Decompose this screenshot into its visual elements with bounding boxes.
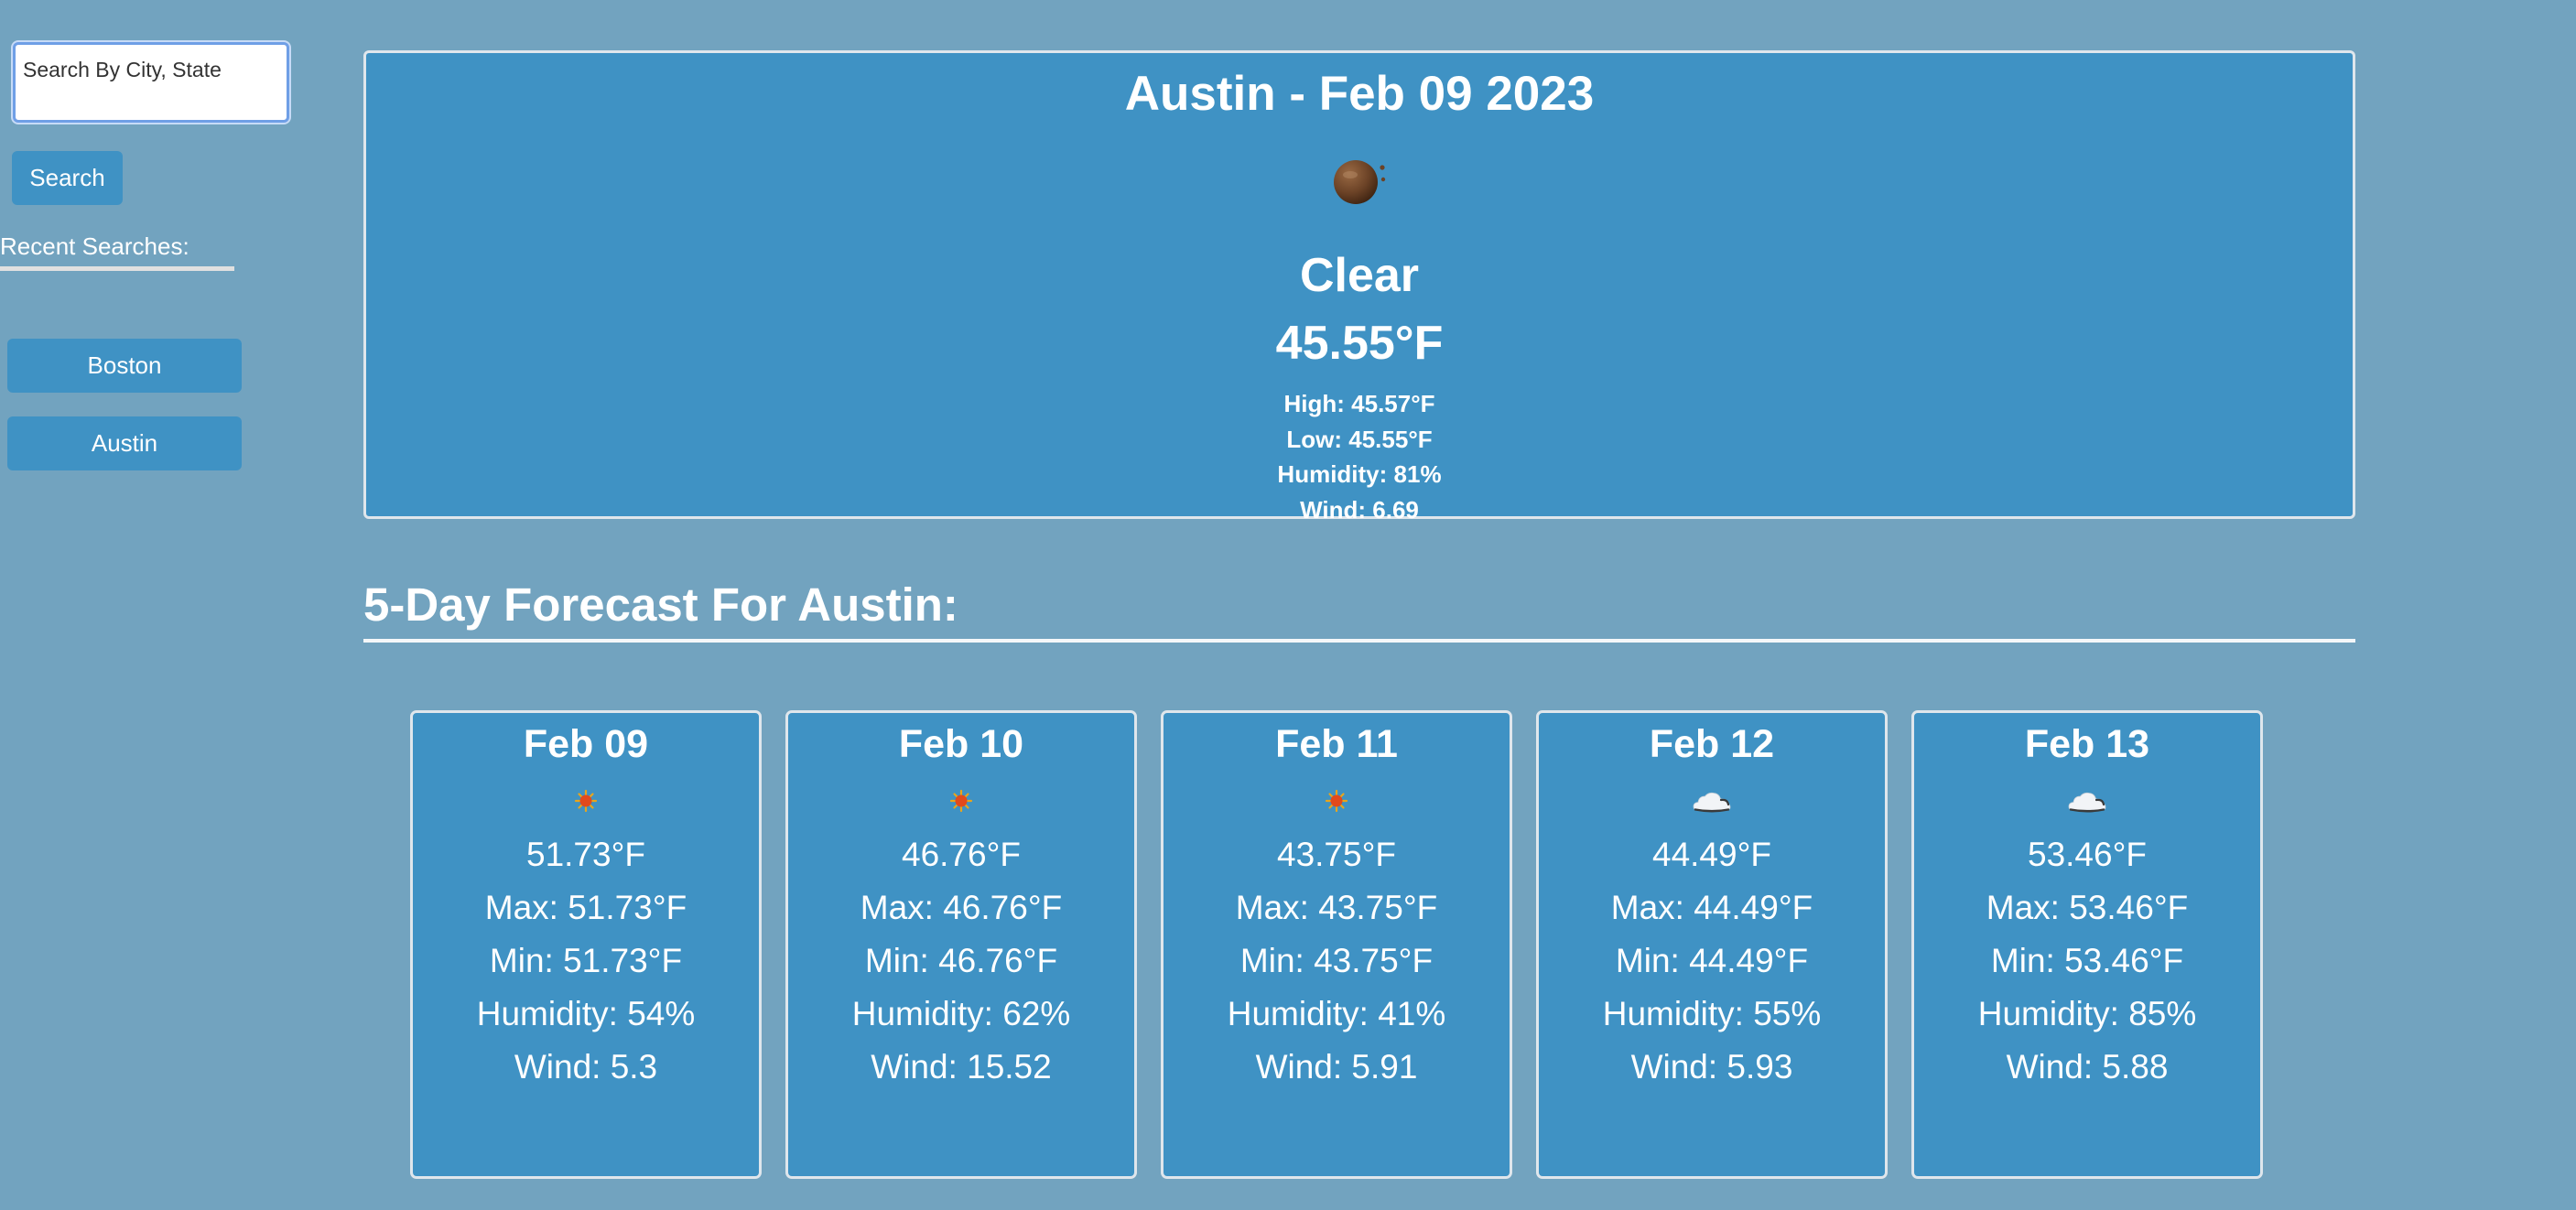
forecast-temp: 51.73°F (526, 836, 645, 873)
forecast-min: Min: 46.76°F (864, 942, 1058, 979)
forecast-date: Feb 10 (898, 722, 1024, 766)
current-weather-description: Clear (1299, 249, 1420, 302)
forecast-date: Feb 12 (1649, 722, 1775, 766)
forecast-temp: 53.46°F (2028, 836, 2147, 873)
forecast-date: Feb 09 (523, 722, 649, 766)
recent-search-boston[interactable]: Boston (7, 339, 242, 393)
forecast-details: 53.46°F Max: 53.46°F Min: 53.46°F Humidi… (1914, 828, 2260, 1094)
forecast-wind: Wind: 5.3 (514, 1048, 658, 1086)
forecast-row: Feb 09 51.73°F Max: 51.73°F Min: 51.73°F… (410, 710, 2263, 1179)
forecast-min: Min: 43.75°F (1239, 942, 1434, 979)
forecast-temp: 46.76°F (902, 836, 1021, 873)
current-weather-title: Austin - Feb 09 2023 (1124, 67, 1595, 121)
forecast-card: Feb 12 44.49°F Max: 44.49°F Min: 44.49°F… (1536, 710, 1888, 1179)
forecast-humidity: Humidity: 62% (851, 995, 1071, 1032)
sun-icon (949, 789, 973, 813)
sidebar: Search Recent Searches: Boston Austin (0, 0, 289, 1210)
forecast-wind: Wind: 5.91 (1255, 1048, 1418, 1086)
forecast-wind: Wind: 5.88 (2006, 1048, 2169, 1086)
forecast-details: 43.75°F Max: 43.75°F Min: 43.75°F Humidi… (1164, 828, 1510, 1094)
search-button[interactable]: Search (12, 151, 123, 205)
forecast-min: Min: 51.73°F (489, 942, 683, 979)
forecast-date: Feb 13 (2024, 722, 2150, 766)
current-temperature: 45.55°F (1275, 317, 1444, 370)
forecast-temp: 44.49°F (1652, 836, 1771, 873)
forecast-card: Feb 13 53.46°F Max: 53.46°F Min: 53.46°F… (1911, 710, 2263, 1179)
forecast-details: 51.73°F Max: 51.73°F Min: 51.73°F Humidi… (413, 828, 759, 1094)
cloud-icon (2068, 792, 2106, 813)
forecast-temp: 43.75°F (1277, 836, 1396, 873)
forecast-min: Min: 53.46°F (1990, 942, 2184, 979)
forecast-wind: Wind: 5.93 (1630, 1048, 1793, 1086)
current-humidity: Humidity: 81% (1277, 460, 1442, 488)
forecast-heading: 5-Day Forecast For Austin: (363, 575, 2355, 643)
recent-searches-heading: Recent Searches: (0, 231, 234, 271)
forecast-max: Max: 46.76°F (860, 889, 1063, 926)
forecast-details: 44.49°F Max: 44.49°F Min: 44.49°F Humidi… (1539, 828, 1885, 1094)
forecast-card: Feb 11 43.75°F Max: 43.75°F Min: 43.75°F… (1161, 710, 1512, 1179)
forecast-max: Max: 43.75°F (1235, 889, 1438, 926)
forecast-max: Max: 53.46°F (1986, 889, 2189, 926)
cloud-icon (1693, 792, 1731, 813)
sun-icon (574, 789, 598, 813)
current-weather-stats: High: 45.57°F Low: 45.55°F Humidity: 81%… (366, 386, 2353, 527)
forecast-max: Max: 51.73°F (484, 889, 687, 926)
forecast-humidity: Humidity: 41% (1227, 995, 1446, 1032)
forecast-humidity: Humidity: 54% (476, 995, 696, 1032)
forecast-max: Max: 44.49°F (1610, 889, 1813, 926)
current-low: Low: 45.55°F (1286, 425, 1433, 453)
recent-search-austin[interactable]: Austin (7, 416, 242, 470)
forecast-humidity: Humidity: 55% (1602, 995, 1822, 1032)
forecast-humidity: Humidity: 85% (1977, 995, 2197, 1032)
clear-night-moon-icon (1334, 160, 1386, 204)
current-wind: Wind: 6.69 (1300, 495, 1419, 524)
forecast-card: Feb 10 46.76°F Max: 46.76°F Min: 46.76°F… (785, 710, 1137, 1179)
forecast-wind: Wind: 15.52 (871, 1048, 1052, 1086)
forecast-date: Feb 11 (1275, 722, 1398, 766)
forecast-card: Feb 09 51.73°F Max: 51.73°F Min: 51.73°F… (410, 710, 762, 1179)
current-high: High: 45.57°F (1283, 390, 1435, 417)
search-input[interactable] (13, 42, 289, 123)
forecast-min: Min: 44.49°F (1615, 942, 1809, 979)
current-weather-card: Austin - Feb 09 2023 Clear 45.55°F High:… (363, 50, 2355, 524)
recent-searches-list: Boston Austin (7, 339, 242, 494)
forecast-details: 46.76°F Max: 46.76°F Min: 46.76°F Humidi… (788, 828, 1134, 1094)
sun-icon (1325, 789, 1348, 813)
